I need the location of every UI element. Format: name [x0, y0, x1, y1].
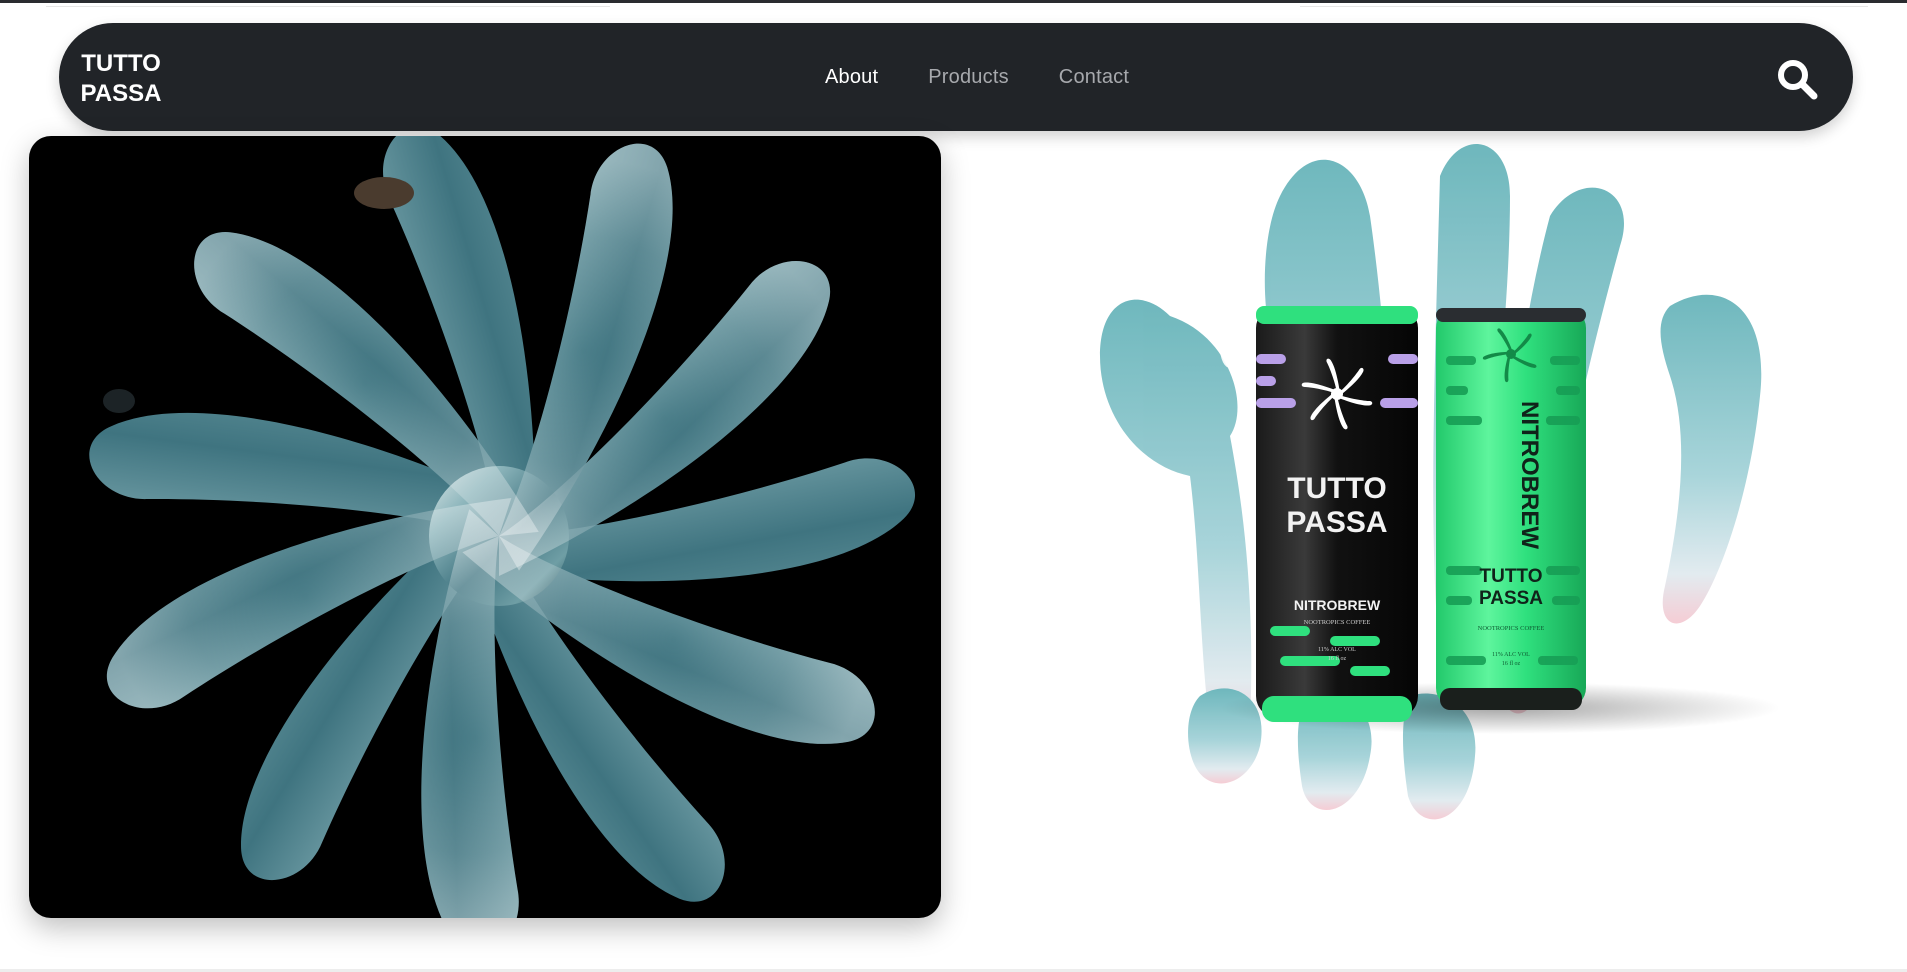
navbar: TUTTO PASSA About Products Contact: [59, 23, 1853, 131]
can-green-brand-2: PASSA: [1479, 588, 1543, 609]
can-green-tagline: NOOTROPICS COFFEE: [1478, 625, 1545, 632]
nav-link-about[interactable]: About: [825, 66, 878, 89]
nav-links: About Products Contact: [825, 23, 1129, 131]
tutto-passa-logo[interactable]: TUTTO PASSA: [81, 37, 162, 117]
can-black-volume: 16 fl oz: [1328, 655, 1347, 662]
can-green-volume: 16 fl oz: [1502, 660, 1521, 667]
divider-left: [46, 6, 610, 7]
window-top-edge: [0, 0, 1907, 3]
search-icon: [1778, 60, 1818, 100]
can-green-alc: 11% ALC VOL: [1492, 652, 1530, 658]
logo-line-1: TUTTO: [81, 50, 161, 77]
hero-swirl-card: [29, 136, 941, 918]
logo-line-2: PASSA: [81, 80, 161, 107]
nav-link-products[interactable]: Products: [928, 66, 1009, 89]
can-black-brand-1: TUTTO: [1287, 472, 1386, 505]
can-black-brand-2: PASSA: [1286, 506, 1387, 539]
nav-link-contact[interactable]: Contact: [1059, 66, 1129, 89]
can-green: NITROBREW TUTTO PASSA NOOTROPICS COFFEE …: [1436, 308, 1586, 710]
can-green-brand-1: TUTTO: [1480, 566, 1543, 587]
divider-right: [1300, 6, 1868, 7]
can-black: TUTTO PASSA NITROBREW NOOTROPICS COFFEE …: [1256, 306, 1418, 722]
swirl-flower-icon: [76, 136, 927, 918]
product-showcase: TUTTO PASSA NITROBREW NOOTROPICS COFFEE …: [1080, 136, 1860, 856]
product-illustration: TUTTO PASSA NITROBREW NOOTROPICS COFFEE …: [1100, 143, 1780, 820]
logo-icon: TUTTO PASSA: [81, 50, 162, 107]
can-black-alc: 11% ALC VOL: [1318, 647, 1356, 653]
can-black-tagline: NOOTROPICS COFFEE: [1304, 619, 1371, 626]
can-black-product-name: NITROBREW: [1294, 597, 1381, 613]
can-green-product-name: NITROBREW: [1516, 401, 1543, 549]
search-button[interactable]: [1775, 57, 1819, 101]
